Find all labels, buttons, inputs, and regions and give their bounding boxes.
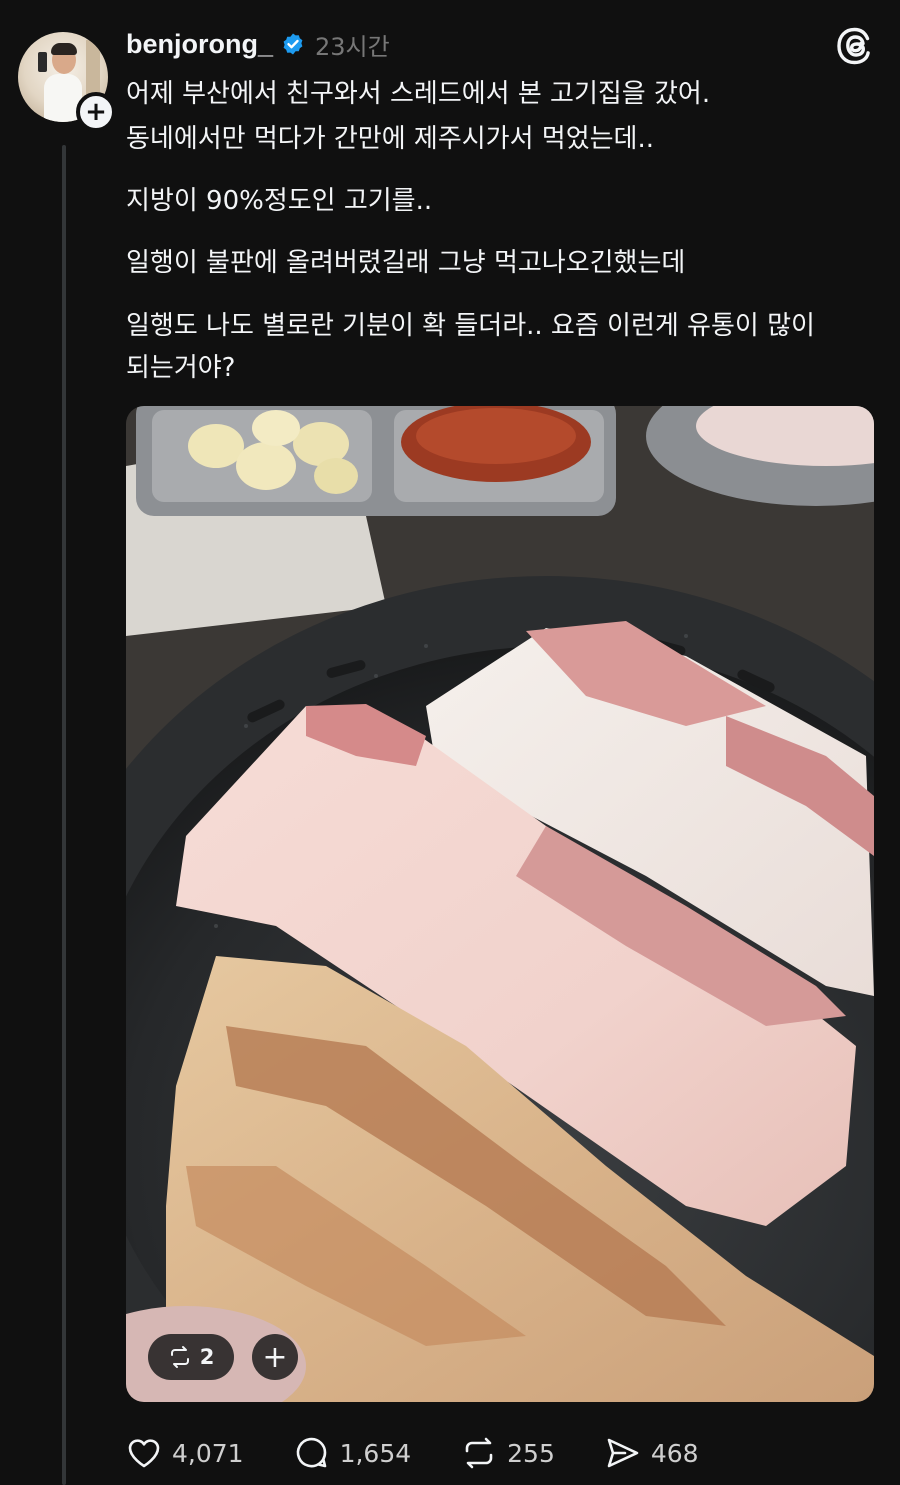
timestamp: 23시간 [315,32,390,61]
post-text-line: 되는거야? [126,353,236,383]
action-bar: 4,071 1,654 255 468 [126,1430,749,1476]
photo-repost-chip[interactable]: 2 [148,1334,234,1380]
reply-count: 1,654 [339,1438,412,1468]
heart-icon [128,1439,160,1468]
repost-count: 255 [507,1438,555,1468]
photo-repost-count: 2 [199,1345,215,1369]
repost-icon [170,1346,189,1368]
share-count: 468 [650,1438,699,1468]
username[interactable]: benjorong_ [126,29,273,60]
thread-line [62,145,66,1485]
post-text-line: 어제 부산에서 친구와서 스레드에서 본 고기집을 갔어. [126,79,711,109]
like-button[interactable]: 4,071 [126,1435,244,1471]
like-count: 4,071 [172,1438,244,1468]
repost-button[interactable]: 255 [461,1435,555,1471]
post-text-line: 일행이 불판에 올려버렸길래 그냥 먹고나오긴했는데 [126,248,686,278]
grilled-pork-belly-photo[interactable] [126,406,874,1402]
verified-badge-icon [283,33,303,55]
post-text-line: 지방이 90%정도인 고기를.. [126,186,433,216]
thread-post: + benjorong_ 23시간 어제 부산에서 친구와서 스레드에서 본 고… [0,0,900,1485]
follow-plus-icon[interactable]: + [76,92,116,132]
repost-icon [465,1437,493,1469]
comment-icon [296,1437,326,1468]
post-header: benjorong_ 23시간 [126,26,390,62]
send-icon [607,1438,639,1468]
photo-add-button[interactable]: + [252,1334,298,1380]
threads-logo-icon[interactable] [834,25,876,67]
post-text-line: 동네에서만 먹다가 간만에 제주시가서 먹었는데.. [126,124,654,154]
post-text-line: 일행도 나도 별로란 기분이 확 들더라.. 요즘 이런게 유통이 많이 [126,311,815,341]
reply-button[interactable]: 1,654 [294,1435,412,1471]
share-button[interactable]: 468 [605,1435,699,1471]
